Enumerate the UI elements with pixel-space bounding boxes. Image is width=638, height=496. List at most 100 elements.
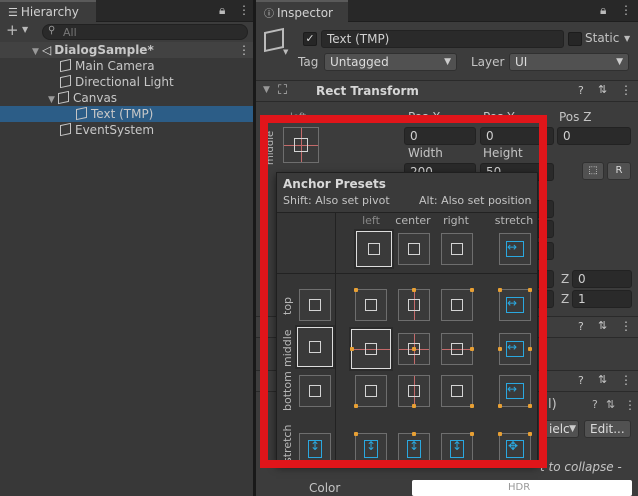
pos-x-field[interactable]: 0 [404, 127, 476, 145]
col-header-right: right [443, 214, 469, 227]
tab-hierarchy[interactable]: ☰ Hierarchy [0, 0, 96, 22]
tree-item-label: EventSystem [75, 123, 155, 137]
hdr-label: HDR [508, 482, 531, 493]
anchor-preset-middle-stretch[interactable]: ↔ [498, 333, 532, 365]
pos-x-label: Pos X [408, 110, 441, 124]
tree-item-event-system[interactable]: EventSystem [0, 122, 254, 138]
pos-z-label: Pos Z [559, 110, 592, 124]
anchor-preset-middle-center[interactable] [398, 333, 430, 365]
anchor-preset-stretch-left[interactable]: ↕ [354, 432, 387, 463]
component-more-icon[interactable]: ⋮ [624, 398, 636, 412]
preset-icon[interactable]: ⇅ [598, 373, 607, 386]
gameobject-icon [76, 106, 87, 121]
anchor-presets-header: Anchor Presets Shift: Also set pivot Alt… [277, 173, 537, 213]
anchor-preset-none-stretch[interactable]: ↔ [499, 233, 531, 265]
anchor-preset-bottom-left[interactable] [354, 375, 387, 408]
more-icon[interactable]: ⋮ [620, 3, 632, 17]
tag-dropdown[interactable]: Untagged ▼ [324, 53, 457, 71]
help-icon[interactable]: ? [578, 84, 584, 97]
component-more-icon[interactable]: ⋮ [620, 373, 632, 387]
static-label: Static [585, 31, 620, 45]
tab-hierarchy-label: Hierarchy [20, 5, 79, 19]
anchor-preset-top-none[interactable] [299, 289, 331, 321]
scene-more-icon[interactable]: ⋮ [238, 42, 250, 58]
anchor-preset-none-left[interactable] [354, 229, 394, 269]
gameobject-icon [58, 90, 69, 105]
tab-inspector[interactable]: ⓘ Inspector [256, 0, 348, 22]
edit-button[interactable]: Edit... [584, 420, 631, 438]
tree-item-canvas[interactable]: ▼ Canvas [0, 90, 254, 106]
static-dropdown-icon[interactable]: ▼ [624, 34, 630, 43]
anchor-preset-bottom-right[interactable] [441, 375, 474, 408]
anchor-preset-stretch-right[interactable]: ↕ [441, 432, 474, 463]
anchor-rect-icon [294, 138, 308, 152]
preset-icon[interactable]: ⇅ [606, 398, 615, 411]
anchor-preset-middle-left[interactable] [349, 327, 393, 371]
anchor-preset-bottom-center[interactable] [398, 375, 430, 408]
raw-edit-button[interactable]: R [607, 162, 631, 180]
alt-hint: Alt: Also set position [419, 194, 532, 207]
anchor-preset-none-center[interactable] [398, 233, 430, 265]
gameobject-icon [60, 58, 71, 73]
tree-item-label: Text (TMP) [91, 107, 154, 121]
anchor-preset-stretch-stretch[interactable]: ✥ [498, 432, 532, 463]
col-header-center: center [395, 214, 431, 227]
anchor-presets-popup: Anchor Presets Shift: Also set pivot Alt… [276, 172, 538, 464]
lock-icon[interactable]: 🔒︎ [219, 3, 225, 18]
add-dropdown-icon[interactable]: ▼ [22, 25, 28, 34]
collapse-hint: t to collapse - [540, 460, 622, 474]
component-more-icon[interactable]: ⋮ [620, 83, 632, 97]
search-icon: ⚲ [48, 25, 56, 36]
anchor-preset-top-stretch[interactable]: ↔ [498, 288, 532, 321]
lock-icon[interactable]: 🔒︎ [600, 3, 606, 18]
anchor-preset-bottom-none[interactable] [299, 375, 331, 407]
tree-item-directional-light[interactable]: Directional Light [0, 74, 254, 90]
foldout-arrow-icon[interactable]: ▼ [263, 85, 270, 95]
rect-transform-header[interactable]: ▼ ⛶ Rect Transform ? ⇅ ⋮ [256, 80, 638, 102]
anchor-preset-top-center[interactable] [398, 288, 430, 321]
anchor-preset-button[interactable] [283, 127, 319, 163]
anchor-preset-middle-none[interactable] [295, 325, 335, 369]
help-icon[interactable]: ? [578, 320, 584, 333]
help-icon[interactable]: ? [578, 374, 584, 387]
row-header-stretch: stretch [281, 424, 294, 463]
object-icon-dropdown-icon[interactable]: ▼ [283, 48, 288, 56]
unity-scene-icon: ◁ [42, 43, 52, 57]
object-icon [264, 27, 284, 53]
active-checkbox[interactable]: ✓ [303, 32, 317, 46]
search-field[interactable]: ⚲ All [42, 24, 248, 40]
anchor-preset-middle-right[interactable] [441, 333, 474, 365]
tree-item-text-tmp[interactable]: Text (TMP) [0, 106, 254, 122]
blueprint-button[interactable]: ⬚ [582, 162, 604, 180]
scale-z-field[interactable]: 1 [572, 290, 632, 308]
color-swatch[interactable]: HDR [412, 480, 632, 496]
add-button[interactable]: + [6, 21, 19, 39]
object-name-field[interactable]: Text (TMP) [321, 30, 564, 48]
tree-item-main-camera[interactable]: Main Camera [0, 58, 254, 74]
pos-y-field[interactable]: 0 [480, 127, 554, 145]
more-icon[interactable]: ⋮ [238, 3, 250, 17]
row-header-middle: middle [281, 329, 294, 367]
tree-item-scene[interactable]: ▼ ◁ DialogSample* ⋮ [0, 42, 254, 58]
anchor-preset-bottom-stretch[interactable]: ↔ [498, 375, 532, 408]
preset-icon[interactable]: ⇅ [598, 319, 607, 332]
anchor-preset-top-right[interactable] [441, 288, 474, 321]
layer-dropdown[interactable]: UI ▼ [509, 53, 629, 71]
grid-divider-h [277, 273, 537, 274]
hierarchy-panel: ☰ Hierarchy 🔒︎ ⋮ + ▼ ⚲ All ▼ ◁ DialogSample… [0, 0, 254, 496]
pos-z-field[interactable]: 0 [557, 127, 631, 145]
anchor-vertical-label: middle [265, 130, 276, 165]
anchor-presets-title: Anchor Presets [283, 177, 386, 191]
pos-y-label: Pos Y [483, 110, 515, 124]
anchor-preset-none-right[interactable] [441, 233, 473, 265]
anchor-preset-stretch-center[interactable]: ↕ [398, 432, 430, 463]
anchor-top-label: left [290, 112, 307, 123]
static-checkbox[interactable] [568, 32, 582, 46]
anchor-preset-stretch-none[interactable]: ↕ [299, 433, 331, 463]
anchor-preset-top-left[interactable] [354, 288, 387, 321]
help-icon[interactable]: ? [592, 398, 598, 411]
material-preset-dropdown[interactable]: ielc ▼ [543, 420, 579, 438]
component-more-icon[interactable]: ⋮ [620, 319, 632, 333]
preset-icon[interactable]: ⇅ [598, 83, 607, 96]
rotation-z-field[interactable]: 0 [572, 270, 632, 288]
